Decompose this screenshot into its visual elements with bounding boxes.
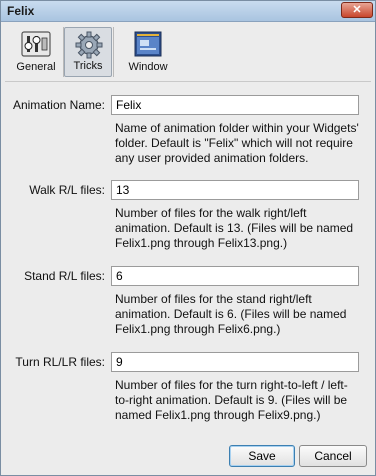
tab-window-label: Window <box>128 61 168 73</box>
toolbar-divider <box>5 81 371 82</box>
close-icon: ✕ <box>352 4 362 16</box>
stand-files-input[interactable] <box>111 266 359 286</box>
animation-name-input[interactable] <box>111 95 359 115</box>
sliders-icon <box>21 31 51 57</box>
turn-files-label: Turn RL/LR files: <box>15 355 105 369</box>
tab-tricks[interactable]: Tricks <box>64 27 112 77</box>
title-bar[interactable]: Felix ✕ <box>1 1 375 22</box>
tab-general-label: General <box>16 61 56 73</box>
turn-files-description: Number of files for the turn right-to-le… <box>115 378 348 422</box>
animation-name-description: Name of animation folder within your Wid… <box>115 121 359 165</box>
turn-files-input[interactable] <box>111 352 359 372</box>
tab-general[interactable]: General <box>11 27 61 77</box>
walk-files-label: Walk R/L files: <box>29 183 105 197</box>
window-title: Felix <box>7 4 35 18</box>
walk-files-input[interactable] <box>111 180 359 200</box>
preferences-window: Felix ✕ General Tricks Window Animation … <box>0 0 376 476</box>
animation-name-label: Animation Name: <box>12 98 105 112</box>
tab-tricks-label: Tricks <box>73 60 103 72</box>
walk-files-description: Number of files for the walk right/left … <box>115 206 354 250</box>
save-button[interactable]: Save <box>229 445 295 467</box>
tab-window[interactable]: Window <box>120 27 176 77</box>
stand-files-label: Stand R/L files: <box>24 269 105 283</box>
cancel-button[interactable]: Cancel <box>299 445 367 467</box>
preferences-toolbar: General Tricks Window <box>5 27 371 79</box>
close-button[interactable]: ✕ <box>341 2 373 18</box>
gear-icon <box>75 31 103 59</box>
toolbar-separator <box>113 27 114 77</box>
window-icon <box>134 31 162 57</box>
stand-files-description: Number of files for the stand right/left… <box>115 292 347 336</box>
